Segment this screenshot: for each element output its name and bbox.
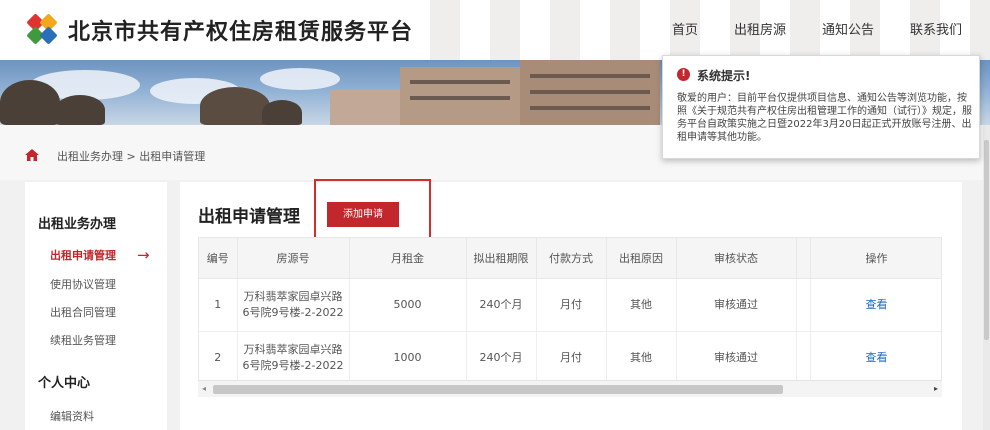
cell-spacer [796,331,811,385]
nav-contact-us[interactable]: 联系我们 [910,19,962,38]
cell-monthly-rent: 5000 [349,278,467,332]
col-lease-term: 拟出租期限 [466,238,537,279]
view-link[interactable]: 查看 [866,351,888,364]
table-horizontal-scrollbar[interactable]: ◂ ▸ [198,380,942,397]
col-rental-reason: 出租原因 [606,238,677,279]
nav-home[interactable]: 首页 [672,19,698,38]
sidebar-item-lease-renewal[interactable]: 续租业务管理 [50,332,116,348]
site-title: 北京市共有产权住房租赁服务平台 [68,20,414,45]
main-panel: 出租申请管理 添加申请 编号 房源号 月租金 拟出租期限 付款方式 出租原因 审… [180,179,962,430]
col-review-status: 审核状态 [676,238,797,279]
cell-monthly-rent: 1000 [349,331,467,385]
cell-number: 2 [199,331,238,385]
scroll-right-icon[interactable]: ▸ [934,384,938,393]
col-house-id: 房源号 [237,238,350,279]
cell-lease-term: 240个月 [466,278,537,332]
breadcrumb-path: 出租业务办理 > 出租申请管理 [57,150,206,163]
top-nav: 首页 出租房源 通知公告 联系我们 [672,19,962,38]
cell-payment-method: 月付 [536,331,607,385]
cell-house-id: 万科翡萃家园卓兴路6号院9号楼-2-2022 [237,331,350,385]
sidebar-item-edit-profile[interactable]: 编辑资料 [50,408,94,424]
home-icon[interactable] [25,149,39,161]
system-notice-popup: ! 系统提示! 敬爱的用户：目前平台仅提供项目信息、通知公告等浏览功能，按照《关… [662,55,980,159]
table-row: 2 万科翡萃家园卓兴路6号院9号楼-2-2022 1000 240个月 月付 其… [199,331,941,385]
add-application-button[interactable]: 添加申请 [327,202,399,227]
cell-number: 1 [199,278,238,332]
cell-payment-method: 月付 [536,278,607,332]
active-arrow-icon: → [137,246,150,264]
table-header-row: 编号 房源号 月租金 拟出租期限 付款方式 出租原因 审核状态 操作 [199,238,941,279]
scroll-left-icon[interactable]: ◂ [202,384,206,393]
col-actions: 操作 [810,238,941,279]
col-number: 编号 [199,238,238,279]
col-spacer [796,238,811,279]
scrollbar-thumb[interactable] [213,385,783,394]
view-link[interactable]: 查看 [866,298,888,311]
cell-rental-reason: 其他 [606,331,677,385]
col-monthly-rent: 月租金 [349,238,467,279]
cell-review-status: 审核通过 [676,331,797,385]
alert-icon: ! [677,68,690,81]
sidebar-section-personal-center: 个人中心 [38,376,91,391]
sidebar-item-rental-applications[interactable]: 出租申请管理 [50,247,116,263]
sidebar: 出租业务办理 出租申请管理 → 使用协议管理 出租合同管理 续租业务管理 个人中… [25,182,167,430]
sidebar-item-rental-contracts[interactable]: 出租合同管理 [50,304,116,320]
cell-review-status: 审核通过 [676,278,797,332]
sidebar-section-rental-business: 出租业务办理 [38,217,117,232]
page-vertical-scrollbar[interactable] [983,125,990,430]
nav-announcements[interactable]: 通知公告 [822,19,874,38]
notice-title: 系统提示! [697,69,751,83]
cell-actions: 查看 [810,331,941,385]
table-row: 1 万科翡萃家园卓兴路6号院9号楼-2-2022 5000 240个月 月付 其… [199,278,941,332]
nav-rental-listings[interactable]: 出租房源 [734,19,786,38]
cell-rental-reason: 其他 [606,278,677,332]
notice-body: 敬爱的用户：目前平台仅提供项目信息、通知公告等浏览功能，按照《关于规范共有产权住… [677,93,972,143]
cell-actions: 查看 [810,278,941,332]
cell-lease-term: 240个月 [466,331,537,385]
sidebar-item-usage-agreements[interactable]: 使用协议管理 [50,276,116,292]
cell-spacer [796,278,811,332]
col-payment-method: 付款方式 [536,238,607,279]
site-logo-icon[interactable] [26,13,58,45]
header: 北京市共有产权住房租赁服务平台 首页 出租房源 通知公告 联系我们 [0,0,990,60]
cell-house-id: 万科翡萃家园卓兴路6号院9号楼-2-2022 [237,278,350,332]
page-scrollbar-thumb[interactable] [984,140,989,340]
applications-table: 编号 房源号 月租金 拟出租期限 付款方式 出租原因 审核状态 操作 1 万科翡… [198,237,942,397]
page-title: 出租申请管理 [198,207,300,227]
